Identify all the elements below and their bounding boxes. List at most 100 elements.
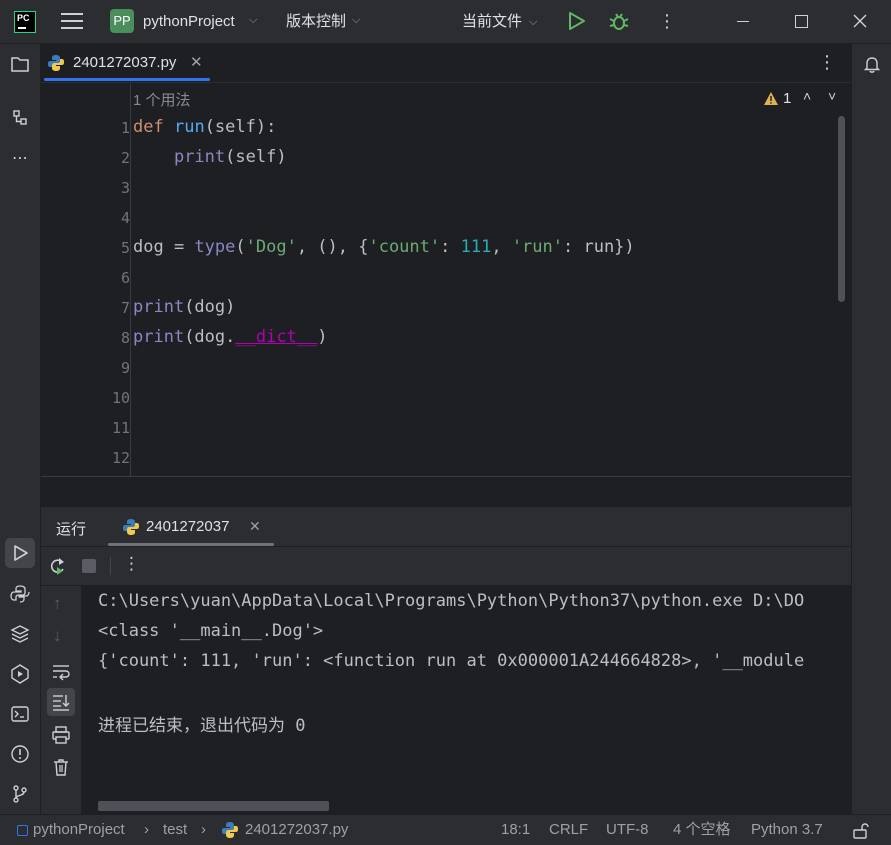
run-toolbar-separator — [110, 557, 111, 575]
usage-hint[interactable]: 1 个用法 — [133, 89, 191, 110]
scroll-to-end-icon[interactable] — [51, 692, 71, 712]
console-line: {'count': 111, 'run': <function run at 0… — [98, 651, 805, 671]
run-panel-title: 运行 — [56, 521, 87, 538]
left-tool-bar: ⋯ — [0, 44, 41, 814]
code-line-8: print(dog.__dict__) — [133, 327, 328, 347]
terminal-icon[interactable] — [8, 702, 32, 726]
console-output[interactable]: C:\Users\yuan\AppData\Local\Programs\Pyt… — [82, 586, 851, 814]
project-chevron-down-icon[interactable]: ⌵ — [249, 14, 257, 27]
status-bar: pythonProject › test › 2401272037.py 18:… — [0, 814, 891, 845]
gutter: 1 2 3 4 5 6 7 8 9 10 11 12 — [41, 83, 131, 476]
run-toolbar: ⋮ — [41, 547, 851, 585]
line-number: 10 — [111, 389, 130, 407]
breadcrumb-chevron-right-icon: › — [144, 821, 149, 838]
run-icon[interactable] — [566, 11, 586, 31]
tab-options-icon[interactable]: ⋮ — [818, 52, 836, 73]
module-icon — [17, 825, 28, 836]
indent-setting[interactable]: 4 个空格 — [673, 815, 731, 845]
line-ending[interactable]: CRLF — [549, 815, 588, 845]
run-tab-label[interactable]: 2401272037 — [146, 518, 229, 535]
line-number: 12 — [111, 449, 130, 467]
run-tab-underline — [108, 543, 274, 546]
trash-icon[interactable] — [51, 757, 71, 777]
code-editor[interactable]: 1 2 3 4 5 6 7 8 9 10 11 12 1 个用法 1 ˄ ˅ d… — [41, 83, 851, 476]
line-number: 9 — [120, 359, 130, 377]
run-config-chevron-down-icon[interactable]: ⌵ — [529, 16, 537, 29]
right-tool-bar — [851, 44, 891, 814]
breadcrumb-chevron-right-icon: › — [201, 821, 206, 838]
code-line-7: print(dog) — [133, 297, 236, 317]
minimize-icon[interactable] — [737, 21, 749, 22]
close-icon[interactable] — [853, 14, 867, 28]
editor-vertical-scrollbar[interactable] — [838, 116, 845, 302]
project-badge[interactable]: PP — [110, 9, 134, 33]
line-number: 11 — [111, 419, 130, 437]
line-number: 3 — [120, 179, 130, 197]
run-side-toolbar: ↑ ↓ — [41, 586, 81, 814]
rerun-icon[interactable] — [47, 556, 67, 576]
line-number: 6 — [120, 269, 130, 287]
python-file-icon — [222, 822, 238, 838]
maximize-icon[interactable] — [795, 15, 808, 28]
debug-icon[interactable] — [608, 10, 630, 32]
file-encoding[interactable]: UTF-8 — [606, 815, 649, 845]
line-number: 8 — [120, 329, 130, 347]
title-bar: PC PP pythonProject ⌵ 版本控制 ⌵ 当前文件 ⌵ ⋮ — [0, 0, 891, 44]
problems-icon[interactable] — [8, 742, 32, 766]
tab-close-icon[interactable]: ✕ — [190, 53, 203, 71]
python-interpreter[interactable]: Python 3.7 — [751, 815, 823, 845]
soft-wrap-icon[interactable] — [51, 661, 71, 681]
line-number: 5 — [120, 239, 130, 257]
python-console-icon[interactable] — [8, 582, 32, 606]
more-options-icon[interactable]: ⋮ — [658, 11, 676, 31]
scroll-up-arrow-icon[interactable]: ↑ — [53, 594, 62, 614]
previous-highlight-chevron-up-icon[interactable]: ˄ — [803, 88, 811, 104]
code-line-1: def run(self): — [133, 117, 277, 137]
editor-tab[interactable]: 2401272037.py ✕ — [41, 44, 211, 82]
project-name[interactable]: pythonProject — [143, 0, 235, 43]
line-number: 4 — [120, 209, 130, 227]
code-line-2: print(self) — [173, 147, 287, 167]
line-number: 7 — [120, 299, 130, 317]
editor-tab-bar: 2401272037.py ✕ ⋮ — [41, 44, 851, 83]
scroll-down-arrow-icon[interactable]: ↓ — [53, 626, 62, 646]
notifications-bell-icon[interactable] — [860, 52, 884, 76]
breadcrumb-file[interactable]: 2401272037.py — [245, 815, 348, 845]
git-icon[interactable] — [8, 782, 32, 806]
run-config-selector[interactable]: 当前文件 — [462, 0, 522, 43]
run-more-options-icon[interactable]: ⋮ — [123, 554, 140, 574]
print-icon[interactable] — [51, 725, 71, 745]
code-line-5: dog = type('Dog', (), {'count': 111, 'ru… — [133, 237, 635, 257]
console-line: <class '__main__.Dog'> — [98, 621, 324, 641]
editor-tab-label: 2401272037.py — [73, 54, 177, 71]
breadcrumb-folder[interactable]: test — [163, 815, 187, 845]
python-packages-icon[interactable] — [8, 622, 32, 646]
caret-position[interactable]: 18:1 — [501, 815, 530, 845]
pycharm-logo[interactable]: PC — [14, 11, 36, 33]
lock-icon[interactable] — [851, 822, 869, 840]
run-tab-close-icon[interactable]: ✕ — [249, 518, 261, 535]
python-file-icon — [48, 55, 64, 71]
panel-divider[interactable] — [41, 476, 851, 507]
vcs-chevron-down-icon[interactable]: ⌵ — [352, 14, 360, 27]
next-highlight-chevron-down-icon[interactable]: ˅ — [828, 88, 836, 104]
line-number: 2 — [120, 149, 130, 167]
run-panel-header: 运行 2401272037 ✕ — [41, 507, 851, 546]
structure-icon[interactable] — [8, 106, 32, 130]
python-run-icon — [123, 519, 139, 535]
more-tools-icon[interactable]: ⋯ — [8, 146, 32, 170]
warning-count[interactable]: 1 — [783, 90, 791, 107]
stop-icon[interactable] — [82, 559, 96, 573]
services-icon[interactable] — [8, 662, 32, 686]
console-line: 进程已结束，退出代码为 0 — [98, 716, 306, 736]
run-tool-icon[interactable] — [8, 541, 32, 565]
main-menu-icon[interactable] — [61, 11, 83, 31]
project-folder-icon[interactable] — [8, 52, 32, 76]
warning-icon[interactable] — [763, 91, 779, 106]
vcs-menu[interactable]: 版本控制 — [286, 0, 346, 43]
console-line: C:\Users\yuan\AppData\Local\Programs\Pyt… — [98, 591, 805, 611]
breadcrumb-project[interactable]: pythonProject — [33, 815, 125, 845]
console-horizontal-scrollbar[interactable] — [98, 801, 329, 811]
pycharm-logo-text: PC — [17, 13, 30, 23]
line-number: 1 — [120, 119, 130, 137]
